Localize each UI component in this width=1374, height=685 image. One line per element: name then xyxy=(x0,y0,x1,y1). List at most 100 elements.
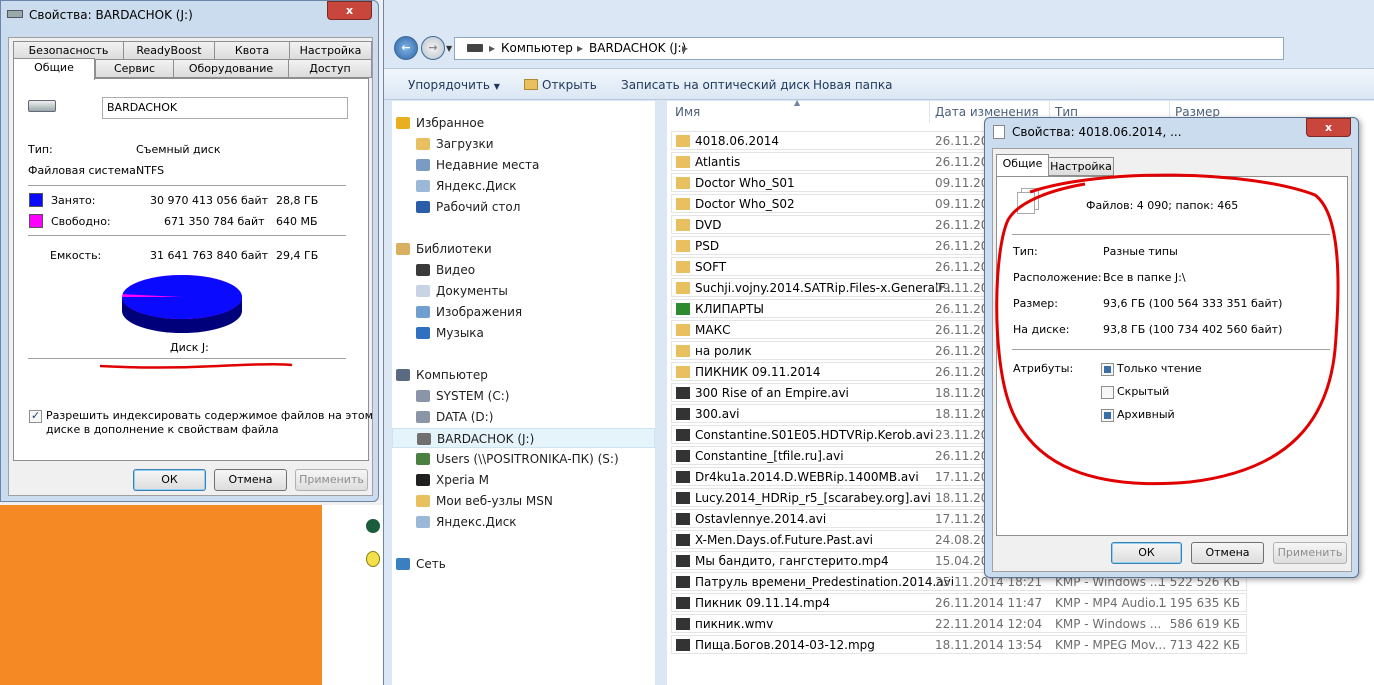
recent-pages-dropdown[interactable]: ▼ xyxy=(446,44,452,53)
nav-item[interactable]: Users (\\POSITRONIKA-ПК) (S:) xyxy=(416,449,619,469)
sort-arrow-icon: ▲ xyxy=(794,98,801,107)
new-folder-button[interactable]: Новая папка xyxy=(813,78,892,92)
nav-item-label: Изображения xyxy=(436,305,523,319)
avi-file-icon xyxy=(676,408,690,420)
apply-button[interactable]: Применить xyxy=(1273,542,1347,564)
close-button[interactable]: x xyxy=(1306,118,1351,137)
tab-readyboost[interactable]: ReadyBoost xyxy=(123,41,215,60)
drive-icon xyxy=(7,10,23,18)
nav-item[interactable]: Рабочий стол xyxy=(416,197,520,217)
organize-label: Упорядочить xyxy=(408,78,490,92)
tab-tools[interactable]: Сервис xyxy=(95,59,174,78)
tab-customize[interactable]: Настройка xyxy=(289,41,372,60)
file-name: Atlantis xyxy=(695,155,741,169)
pictures-icon xyxy=(416,306,430,318)
nav-item[interactable]: Видео xyxy=(416,260,475,280)
address-bar[interactable]: ▸ Компьютер ▸ BARDACHOK (J:) ▸ xyxy=(454,37,1284,60)
file-name: X-Men.Days.of.Future.Past.avi xyxy=(695,533,874,547)
nav-item[interactable]: Избранное xyxy=(396,113,484,133)
filesystem-value: NTFS xyxy=(136,164,165,177)
column-name[interactable]: Имя xyxy=(675,105,700,119)
file-name: DVD xyxy=(695,218,722,232)
file-row[interactable]: Пища.Богов.2014-03-12.mpg 18.11.2014 13:5… xyxy=(671,635,1247,654)
dialog-title: Свойства: 4018.06.2014, ... xyxy=(1012,125,1182,139)
nav-item[interactable]: BARDACHOK (J:) xyxy=(392,428,655,448)
allow-indexing-label: Разрешить индексировать содержимое файло… xyxy=(46,409,373,422)
allow-indexing-label-2: диске в дополнение к свойствам файла xyxy=(46,423,279,436)
breadcrumb-computer[interactable]: Компьютер xyxy=(501,41,573,55)
file-name: Патруль времени_Predestination.2014.avi xyxy=(695,575,955,589)
divider xyxy=(28,235,346,236)
nav-item[interactable]: Библиотеки xyxy=(396,239,492,259)
nav-item[interactable]: SYSTEM (C:) xyxy=(416,386,509,406)
organize-button[interactable]: Упорядочить ▼ xyxy=(408,78,500,92)
file-row[interactable]: пикник.wmv 22.11.2014 12:04 KMP - Windows … xyxy=(671,614,1247,633)
file-name: 300.avi xyxy=(695,407,740,421)
nav-item[interactable]: Изображения xyxy=(416,302,522,322)
breadcrumb-drive[interactable]: BARDACHOK (J:) xyxy=(589,41,686,55)
apply-button[interactable]: Применить xyxy=(295,469,368,491)
nav-item[interactable]: Компьютер xyxy=(396,365,488,385)
documents-icon xyxy=(416,285,430,297)
avi-file-icon xyxy=(676,513,690,525)
nav-item-label: Яндекс.Диск xyxy=(436,515,517,529)
dropdown-arrow-icon: ▼ xyxy=(493,82,500,91)
tab-hardware[interactable]: Оборудование xyxy=(173,59,289,78)
nav-item[interactable]: Мои веб-узлы MSN xyxy=(416,491,553,511)
red-underline-annotation xyxy=(99,362,293,369)
tab-general[interactable]: Общие xyxy=(13,58,95,80)
nav-item[interactable]: DATA (D:) xyxy=(416,407,493,427)
library-icon xyxy=(396,243,410,255)
column-separator[interactable] xyxy=(929,101,930,123)
network-icon xyxy=(396,558,410,570)
nav-item[interactable]: Загрузки xyxy=(416,134,494,154)
filesystem-label: Файловая система: xyxy=(28,164,140,177)
used-size: 28,8 ГБ xyxy=(276,194,319,207)
breadcrumb-separator: ▸ xyxy=(577,41,584,55)
folder-icon xyxy=(676,177,690,189)
nav-item[interactable]: Xperia M xyxy=(416,470,489,490)
file-type: KMP - Windows ... xyxy=(1055,617,1162,631)
file-row[interactable]: Пикник 09.11.14.mp4 26.11.2014 11:47 KMP -… xyxy=(671,593,1247,612)
file-name: Constantine.S01E05.HDTVRip.Kerob.avi xyxy=(695,428,934,442)
nav-item-label: Яндекс.Диск xyxy=(436,179,517,193)
used-label: Занято: xyxy=(51,194,96,207)
tab-quota[interactable]: Квота xyxy=(214,41,290,60)
cancel-button[interactable]: Отмена xyxy=(214,469,287,491)
tab-sharing[interactable]: Доступ xyxy=(288,59,372,78)
free-color-swatch xyxy=(29,214,43,228)
cancel-button[interactable]: Отмена xyxy=(1191,542,1264,564)
disk-label: Диск J: xyxy=(170,341,209,354)
computer-icon xyxy=(396,369,410,381)
folder-icon xyxy=(524,79,538,90)
ok-button[interactable]: ОК xyxy=(133,469,206,491)
background-window-fragment xyxy=(322,505,384,685)
folder-icon xyxy=(676,282,690,294)
file-name: 4018.06.2014 xyxy=(695,134,779,148)
file-name: пикник.wmv xyxy=(695,617,774,631)
desktop-icon xyxy=(416,201,430,213)
allow-indexing-checkbox[interactable] xyxy=(29,409,42,423)
nav-item[interactable]: Сеть xyxy=(396,554,446,574)
close-button[interactable]: x xyxy=(327,1,372,20)
smiley-icon xyxy=(366,551,380,567)
avi-file-icon xyxy=(676,387,690,399)
file-type: KMP - MP4 Audio... xyxy=(1055,596,1167,610)
forward-button[interactable]: → xyxy=(421,36,445,60)
divider xyxy=(28,185,346,186)
nav-item[interactable]: Недавние места xyxy=(416,155,539,175)
free-size: 640 МБ xyxy=(276,215,318,228)
file-name: Doctor Who_S02 xyxy=(695,197,795,211)
back-button[interactable]: ← xyxy=(394,36,418,60)
nav-item[interactable]: Яндекс.Диск xyxy=(416,512,517,532)
file-name: ПИКНИК 09.11.2014 xyxy=(695,365,821,379)
ok-button[interactable]: ОК xyxy=(1111,542,1182,564)
open-button[interactable]: Открыть xyxy=(524,78,597,92)
drive-name-input[interactable]: BARDACHOK xyxy=(102,97,348,119)
nav-item[interactable]: Музыка xyxy=(416,323,484,343)
nav-item[interactable]: Яндекс.Диск xyxy=(416,176,517,196)
video-icon xyxy=(416,264,430,276)
nav-item[interactable]: Документы xyxy=(416,281,508,301)
file-name: КЛИПАРТЫ xyxy=(695,302,764,316)
burn-button[interactable]: Записать на оптический диск xyxy=(621,78,810,92)
